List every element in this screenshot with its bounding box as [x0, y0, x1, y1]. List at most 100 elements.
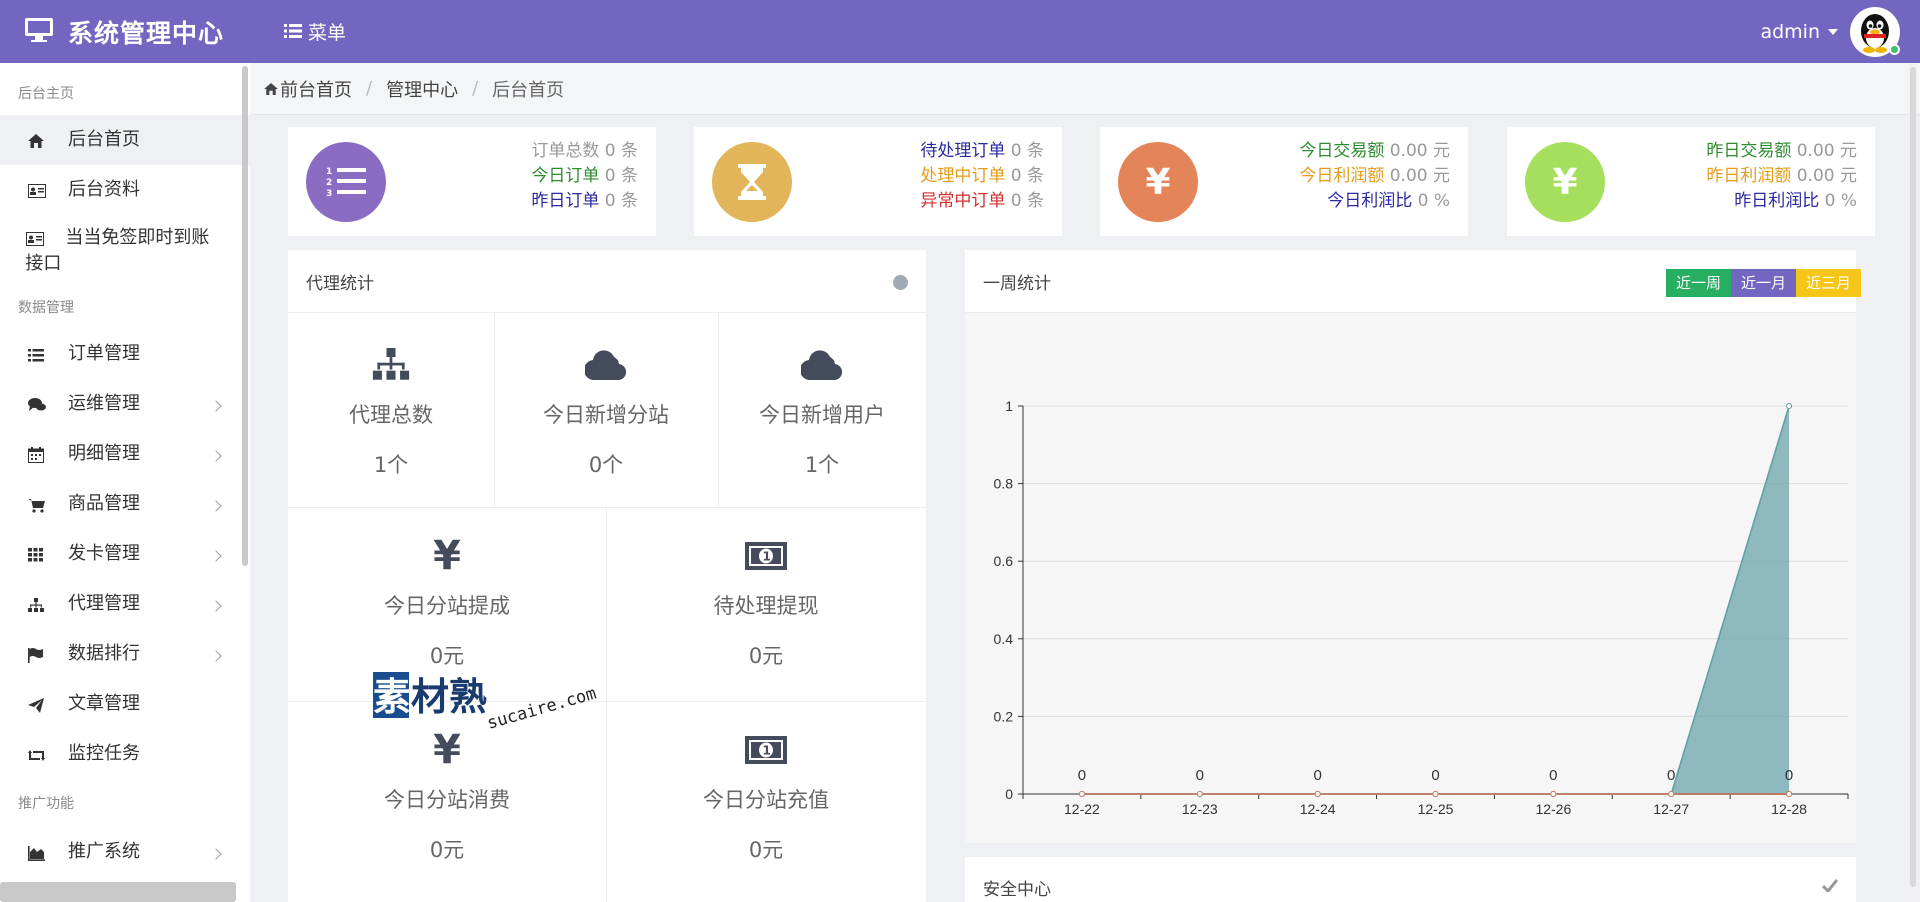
breadcrumb-separator: / — [366, 78, 373, 99]
panel-header: 安全中心 — [965, 857, 1856, 902]
brand[interactable]: 系统管理中心 — [24, 0, 224, 63]
cloud-icon — [494, 345, 718, 385]
x-tick-label: 12-25 — [1418, 801, 1454, 817]
sidebar-item-articles[interactable]: 文章管理 — [0, 681, 250, 731]
sidebar-horizontal-scrollbar[interactable] — [0, 882, 236, 902]
yen-icon: ¥ — [433, 533, 461, 579]
stat-line: 今日订单 0 条 — [531, 166, 638, 186]
sidebar-item-promotion[interactable]: 推广系统 — [0, 829, 250, 879]
page-scrollbar-thumb[interactable] — [1910, 67, 1916, 887]
stat-line: 昨日利润比 0 % — [1734, 191, 1857, 211]
sidebar-item-dashboard[interactable]: 后台首页 — [0, 115, 250, 165]
data-point — [1078, 791, 1085, 797]
send-icon — [28, 693, 50, 717]
stat-cell-agent-total: 代理总数 1个 — [288, 345, 494, 479]
breadcrumb-mid-link[interactable]: 管理中心 — [386, 76, 458, 102]
sidebar-item-cards[interactable]: 发卡管理 — [0, 531, 250, 581]
menu-toggle-button[interactable]: 菜单 — [284, 0, 346, 63]
area-chart-icon — [28, 841, 50, 865]
data-point — [1550, 791, 1557, 797]
week-line-chart: 交易金额订单数量注册用户充值金额00.20.40.60.8112-2212-23… — [994, 398, 1849, 817]
sidebar-item-ops[interactable]: 运维管理 — [0, 381, 250, 431]
data-label: 0 — [1785, 767, 1793, 784]
range-quarter-button[interactable]: 近三月 — [1796, 269, 1862, 297]
check-icon[interactable] — [1821, 877, 1839, 897]
chevron-right-icon — [210, 450, 222, 462]
stat-line: 处理中订单 0 条 — [920, 166, 1044, 186]
x-tick-label: 12-27 — [1653, 801, 1689, 817]
stat-line: 昨日交易额 0.00 元 — [1706, 141, 1857, 161]
svg-text:1: 1 — [763, 744, 771, 758]
chevron-right-icon — [210, 400, 222, 412]
svg-text:2: 2 — [326, 178, 332, 188]
range-month-button[interactable]: 近一月 — [1731, 269, 1797, 297]
hourglass-icon — [712, 142, 792, 222]
numbered-list-icon: 123 — [306, 142, 386, 222]
order-stats-card: 123 订单总数 0 条 今日订单 0 条 昨日订单 0 条 — [288, 127, 656, 236]
sidebar: 后台主页 后台首页 后台资料 当当免签即时到账接口 数据管理 订单管理 运维管理… — [0, 63, 250, 902]
stat-line: 今日利润比 0 % — [1327, 191, 1450, 211]
stat-cell-new-users: 今日新增用户 1个 — [718, 345, 926, 479]
stat-line: 订单总数 0 条 — [531, 141, 638, 161]
stat-line: 异常中订单 0 条 — [920, 191, 1044, 211]
data-point — [1432, 791, 1439, 797]
svg-text:1: 1 — [326, 167, 332, 177]
caret-down-icon — [1828, 28, 1838, 35]
data-label: 0 — [1078, 767, 1086, 784]
chat-icon — [28, 393, 50, 417]
data-point — [1786, 791, 1793, 797]
id-card-icon — [28, 179, 50, 203]
sidebar-item-payment-api[interactable]: 当当免签即时到账接口 — [0, 215, 250, 285]
sidebar-group-home: 后台主页 — [18, 86, 74, 102]
watermark-text: 材熟 — [411, 675, 487, 719]
page-scrollbar[interactable] — [1909, 63, 1917, 902]
watermark-sub: sucaire.com — [485, 684, 599, 734]
yen-icon: ¥ — [1118, 142, 1198, 222]
stat-line: 待处理订单 0 条 — [920, 141, 1044, 161]
chevron-right-icon — [210, 550, 222, 562]
sidebar-item-agents[interactable]: 代理管理 — [0, 581, 250, 631]
svg-text:1: 1 — [763, 550, 771, 564]
sidebar-item-products[interactable]: 商品管理 — [0, 481, 250, 531]
sidebar-item-monitor[interactable]: 监控任务 — [0, 731, 250, 781]
panel-status-dot[interactable] — [893, 275, 908, 290]
stat-cell-pending-withdraw: 1 待处理提现 0元 — [606, 536, 926, 670]
sidebar-item-profile[interactable]: 后台资料 — [0, 165, 250, 215]
user-dropdown[interactable]: admin — [1760, 0, 1838, 63]
cloud-icon — [718, 345, 926, 385]
sitemap-icon — [288, 345, 494, 385]
list-icon — [28, 343, 50, 367]
panel-header: 代理统计 — [288, 250, 926, 313]
agent-stats-panel: 代理统计 代理总数 1个 今日新增分站 0个 今日新增用户 1个 ¥ 今日分站提… — [288, 250, 926, 902]
calendar-icon — [28, 443, 50, 467]
week-stats-panel: 一周统计 交易金额订单数量注册用户充值金额00.20.40.60.8112-22… — [965, 250, 1856, 843]
security-panel: 安全中心 — [965, 857, 1856, 902]
sidebar-scrollbar[interactable] — [242, 66, 248, 566]
sidebar-group-promo: 推广功能 — [18, 796, 74, 812]
grid-divider — [288, 507, 926, 508]
range-week-button[interactable]: 近一周 — [1666, 269, 1732, 297]
online-status-dot — [1889, 44, 1900, 55]
y-tick-label: 0 — [1005, 786, 1013, 802]
panel-title: 代理统计 — [306, 273, 374, 294]
menu-icon — [284, 21, 302, 43]
stat-cell-commission: ¥ 今日分站提成 0元 — [288, 533, 606, 670]
sidebar-item-details[interactable]: 明细管理 — [0, 431, 250, 481]
sidebar-item-orders[interactable]: 订单管理 — [0, 331, 250, 381]
stat-cell-recharge: 1 今日分站充值 0元 — [606, 730, 926, 864]
sidebar-item-ranking[interactable]: 数据排行 — [0, 631, 250, 681]
data-point — [1668, 791, 1675, 797]
stat-line: 今日交易额 0.00 元 — [1299, 141, 1450, 161]
series-line — [1081, 405, 1790, 795]
breadcrumb-home-link[interactable]: 前台首页 — [280, 76, 352, 102]
menu-label: 菜单 — [308, 22, 347, 44]
panel-title: 一周统计 — [983, 273, 1051, 294]
breadcrumb: 前台首页 / 管理中心 / 后台首页 — [250, 63, 1920, 115]
stat-line: 今日利润额 0.00 元 — [1299, 166, 1450, 186]
stat-line: 昨日利润额 0.00 元 — [1706, 166, 1857, 186]
yesterday-revenue-card: ¥ 昨日交易额 0.00 元 昨日利润额 0.00 元 昨日利润比 0 % — [1507, 127, 1875, 236]
data-point — [1196, 791, 1203, 797]
panel-title: 安全中心 — [983, 879, 1051, 900]
chevron-right-icon — [210, 600, 222, 612]
data-label: 0 — [1549, 767, 1557, 784]
